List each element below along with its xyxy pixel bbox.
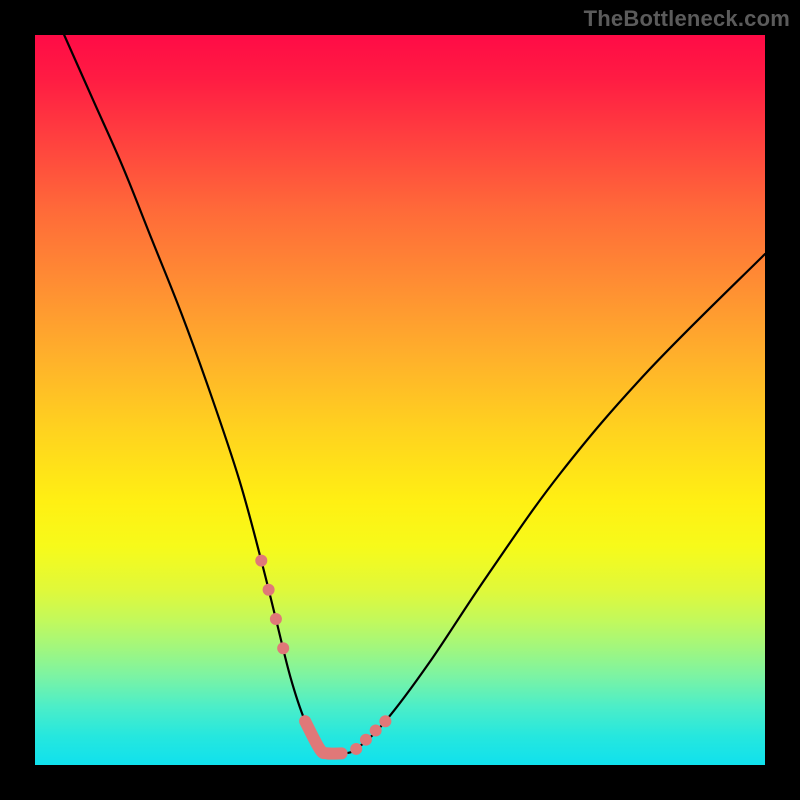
marker-dot [270,613,282,625]
chart-frame: TheBottleneck.com [0,0,800,800]
bottleneck-curve-path [64,35,765,754]
plateau-marker [305,721,342,753]
marker-dot [255,555,267,567]
marker-dot [350,743,362,755]
marker-dot [370,724,382,736]
marker-dot [277,642,289,654]
marker-dot [379,715,391,727]
bottleneck-curve-path-group [64,35,765,755]
watermark-label: TheBottleneck.com [584,6,790,32]
bottleneck-curve-svg [35,35,765,765]
marker-dot [360,734,372,746]
marker-dots [255,555,391,755]
plot-area [35,35,765,765]
marker-dot [263,584,275,596]
